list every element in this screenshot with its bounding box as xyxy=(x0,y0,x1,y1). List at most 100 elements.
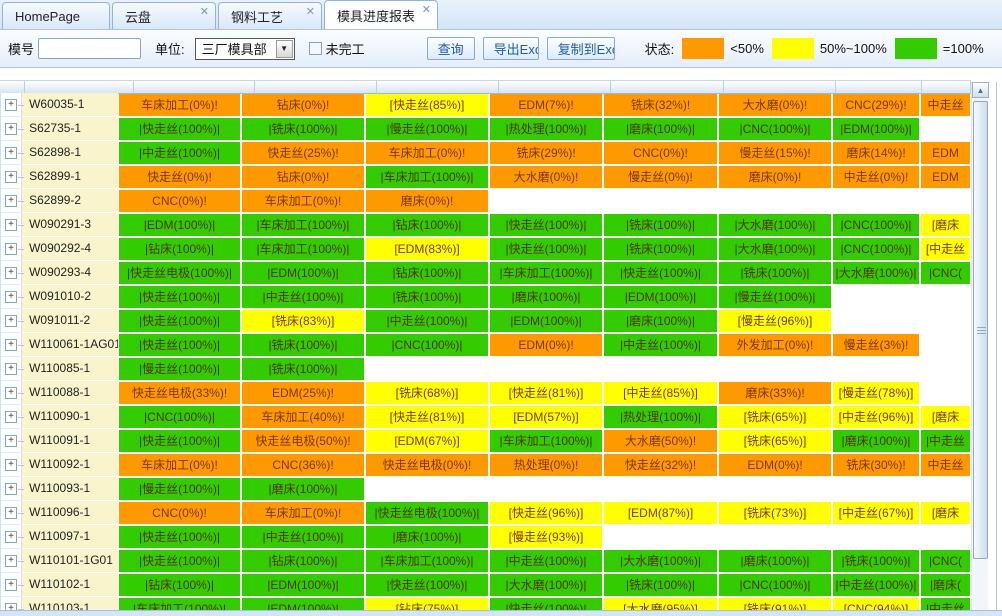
process-cell: [快走丝(81%)] xyxy=(366,406,488,428)
process-cell: EDM(0%)! xyxy=(719,454,831,476)
expand-button[interactable]: + xyxy=(5,603,17,610)
row-gutter: + xyxy=(0,309,22,333)
row-gutter: + xyxy=(0,261,22,285)
expand-button[interactable]: + xyxy=(5,147,17,159)
expand-button[interactable]: + xyxy=(5,243,17,255)
expand-button[interactable]: + xyxy=(5,387,17,399)
table-row[interactable]: +W091010-2|快走丝(100%)||中走丝(100%)||铣床(100%… xyxy=(0,285,971,309)
export-excel-button[interactable]: 导出Exce xyxy=(483,37,539,60)
process-cell xyxy=(366,478,488,500)
unfinished-label: 未完工 xyxy=(326,39,365,58)
table-row[interactable]: +W110097-1|快走丝(100%)||中走丝(100%)||磨床(100%… xyxy=(0,525,971,549)
scrollbar-thumb[interactable] xyxy=(973,101,988,559)
table-row[interactable]: +W110096-1CNC(0%)!车床加工(0%)!|快走丝电极(100%)|… xyxy=(0,501,971,525)
close-icon[interactable]: ✕ xyxy=(306,7,315,18)
table-row[interactable]: +W110088-1快走丝电极(33%)!EDM(25%)![铣床(68%)][… xyxy=(0,381,971,405)
expand-button[interactable]: + xyxy=(5,435,17,447)
process-cell: |车床加工(100%)| xyxy=(242,238,364,260)
table-row[interactable]: +W110102-1|钻床(100%)||EDM(100%)||快走丝(100%… xyxy=(0,573,971,597)
process-cell xyxy=(921,286,970,308)
process-cell: [大水磨(95%)] xyxy=(604,598,717,610)
table-row[interactable]: +W110093-1|慢走丝(100%)||磨床(100%)| xyxy=(0,477,971,501)
expand-button[interactable]: + xyxy=(5,579,17,591)
app-window: HomePage 云盘 ✕ 钢料工艺 ✕ 模具进度报表 ✕ 模号 单位: 三厂模… xyxy=(0,0,1002,616)
process-cell: |EDM(100%)| xyxy=(119,214,240,236)
expand-button[interactable]: + xyxy=(5,507,17,519)
table-row[interactable]: +W090291-3|EDM(100%)||车床加工(100%)||钻床(100… xyxy=(0,213,971,237)
process-cell: |钻床(100%)| xyxy=(242,550,364,572)
close-icon[interactable]: ✕ xyxy=(422,5,431,16)
process-cell: |快走丝(100%)| xyxy=(119,526,240,548)
query-button[interactable]: 查询 xyxy=(427,37,475,60)
expand-button[interactable]: + xyxy=(5,483,17,495)
mold-id-cell: W090293-4 xyxy=(22,261,118,285)
process-cell: 快走丝(0%)! xyxy=(119,166,240,188)
mold-number-input[interactable] xyxy=(38,38,141,59)
process-cell xyxy=(719,526,831,548)
tab-cloud-drive[interactable]: 云盘 ✕ xyxy=(112,2,216,29)
process-cell: [快走丝(85%)] xyxy=(366,94,488,116)
process-cell xyxy=(833,190,919,212)
process-cell: [磨床 xyxy=(921,502,970,524)
tree-dash xyxy=(18,249,24,250)
expand-button[interactable]: + xyxy=(5,363,17,375)
expand-button[interactable]: + xyxy=(5,315,17,327)
process-cell: |磨床(100%)| xyxy=(604,310,717,332)
expand-button[interactable]: + xyxy=(5,555,17,567)
close-icon[interactable]: ✕ xyxy=(200,7,209,18)
table-row[interactable]: +W091011-2|快走丝(100%)|[铣床(83%)]|中走丝(100%)… xyxy=(0,309,971,333)
expand-button[interactable]: + xyxy=(5,195,17,207)
process-cell: |铣床(100%)| xyxy=(604,574,717,596)
table-row[interactable]: +W110101-1G01|快走丝(100%)||钻床(100%)||车床加工(… xyxy=(0,549,971,573)
process-cell xyxy=(604,190,717,212)
expand-button[interactable]: + xyxy=(5,411,17,423)
expand-button[interactable]: + xyxy=(5,291,17,303)
process-cell: |中走丝(100%)| xyxy=(242,526,364,548)
process-cell xyxy=(719,358,831,380)
copy-to-excel-button[interactable]: 复制到Exce xyxy=(547,37,615,60)
expand-button[interactable]: + xyxy=(5,531,17,543)
table-row[interactable]: +W60035-1车床加工(0%)!钻床(0%)![快走丝(85%)]EDM(7… xyxy=(0,93,971,117)
mold-id-cell: S62735-1 xyxy=(22,117,118,141)
table-row[interactable]: +W110092-1车床加工(0%)!CNC(36%)!快走丝电极(0%)!热处… xyxy=(0,453,971,477)
table-row[interactable]: +W110085-1|慢走丝(100%)||铣床(100%)| xyxy=(0,357,971,381)
row-gutter: + xyxy=(0,357,22,381)
table-row[interactable]: +W110090-1|CNC(100%)|车床加工(40%)![快走丝(81%)… xyxy=(0,405,971,429)
expand-button[interactable]: + xyxy=(5,267,17,279)
table-row[interactable]: +S62899-1快走丝(0%)!钻床(0%)!|车床加工(100%)|大水磨(… xyxy=(0,165,971,189)
tab-steel-process[interactable]: 钢料工艺 ✕ xyxy=(218,2,322,29)
unit-select[interactable]: 三厂模具部 ▼ xyxy=(195,38,295,60)
expand-button[interactable]: + xyxy=(5,219,17,231)
table-row[interactable]: +W110061-1AG01|快走丝(100%)||铣床(100%)||CNC(… xyxy=(0,333,971,357)
table-row[interactable]: +S62735-1|快走丝(100%)||铣床(100%)||慢走丝(100%)… xyxy=(0,117,971,141)
process-cell: 热处理(0%)! xyxy=(490,454,602,476)
unfinished-checkbox[interactable] xyxy=(309,42,322,55)
expand-button[interactable]: + xyxy=(5,123,17,135)
table-row[interactable]: +W110091-1|快走丝(100%)|快走丝电极(50%)![EDM(67%… xyxy=(0,429,971,453)
expand-button[interactable]: + xyxy=(5,339,17,351)
mold-number-label: 模号 xyxy=(8,39,34,58)
row-gutter: + xyxy=(0,189,22,213)
scroll-up-arrow-icon[interactable]: ▲ xyxy=(972,82,989,98)
expand-button[interactable]: + xyxy=(5,99,17,111)
row-gutter: + xyxy=(0,285,22,309)
tab-mold-progress-report[interactable]: 模具进度报表 ✕ xyxy=(324,0,438,29)
process-cell: |热处理(100%)| xyxy=(490,118,602,140)
panel-right-edge xyxy=(996,82,997,610)
table-row[interactable]: +W110103-1|车床加工(100%)||EDM(100%)|[钻床(75%… xyxy=(0,597,971,610)
table-row[interactable]: +S62899-2CNC(0%)!车床加工(0%)!磨床(0%)! xyxy=(0,189,971,213)
expand-button[interactable]: + xyxy=(5,459,17,471)
process-cell xyxy=(921,118,970,140)
expand-button[interactable]: + xyxy=(5,171,17,183)
chevron-down-icon[interactable]: ▼ xyxy=(276,40,293,58)
process-cell: [中走丝(85%)] xyxy=(604,382,717,404)
process-cell: 快走丝电极(50%)! xyxy=(242,430,364,452)
table-row[interactable]: +W090293-4|快走丝电极(100%)||EDM(100%)||钻床(10… xyxy=(0,261,971,285)
process-cell: |CNC(100%)| xyxy=(119,406,240,428)
tab-homepage[interactable]: HomePage xyxy=(2,2,110,29)
process-cell: 快走丝电极(0%)! xyxy=(366,454,488,476)
table-row[interactable]: +S62898-1|中走丝(100%)|快走丝(25%)!车床加工(0%)!铣床… xyxy=(0,141,971,165)
table-row[interactable]: +W090292-4|钻床(100%)||车床加工(100%)|[EDM(83%… xyxy=(0,237,971,261)
vertical-scrollbar[interactable]: ▲ xyxy=(971,82,988,610)
mold-id-cell: W60035-1 xyxy=(22,93,118,117)
